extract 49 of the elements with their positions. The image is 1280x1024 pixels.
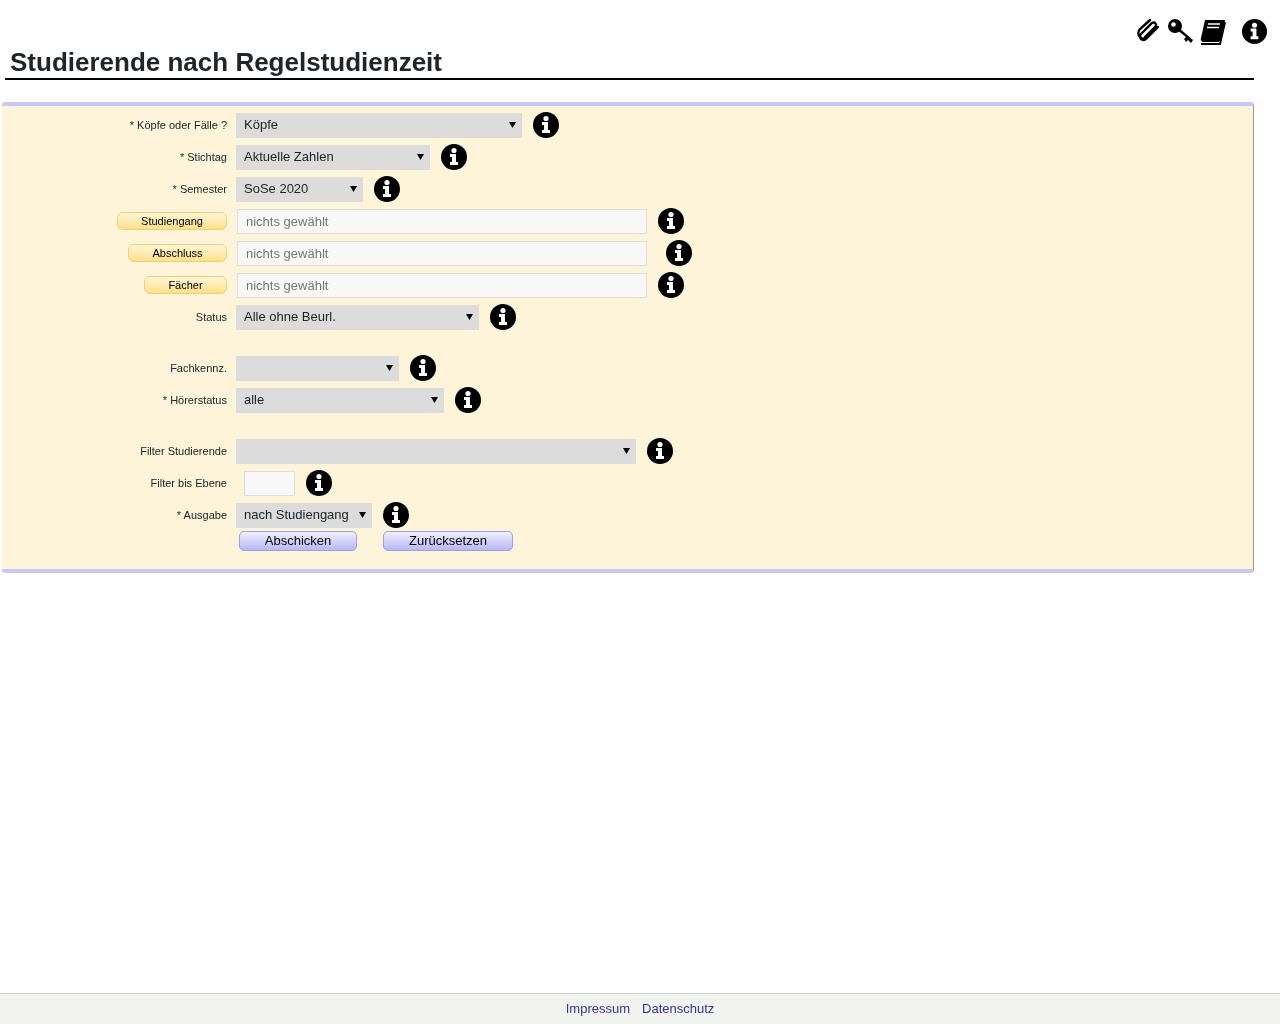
info-icon[interactable] (646, 437, 674, 465)
caret-icon (623, 448, 630, 454)
info-icon[interactable] (657, 207, 685, 235)
field-label: * Semester (172, 181, 227, 197)
info-icon[interactable] (489, 303, 517, 331)
dropdown[interactable]: Aktuelle Zahlen (236, 144, 430, 170)
field-label: Filter Studierende (140, 443, 227, 459)
info-icon[interactable] (373, 175, 401, 203)
field-label: * Köpfe oder Fälle ? (129, 117, 227, 133)
caret-icon (466, 314, 473, 320)
reset-button[interactable]: Zurücksetzen (383, 531, 513, 551)
info-icon[interactable] (1241, 18, 1268, 45)
info-icon[interactable] (409, 354, 437, 382)
dropdown[interactable]: Köpfe (236, 112, 522, 138)
selection-field[interactable]: nichts gewählt (237, 240, 647, 266)
footer-link[interactable]: Impressum (565, 999, 630, 1019)
info-icon[interactable] (665, 239, 693, 267)
dropdown[interactable]: nach Studiengang (236, 502, 372, 528)
field-label: Filter bis Ebene (150, 475, 227, 491)
selection-field[interactable]: nichts gewählt (237, 208, 647, 234)
caret-icon (386, 365, 393, 371)
caret-icon (417, 154, 424, 160)
submit-button[interactable]: Abschicken (239, 531, 357, 551)
caret-icon (359, 512, 366, 518)
dropdown[interactable]: alle (236, 387, 444, 413)
page-title: Studierende nach Regelstudienzeit (5, 46, 1254, 80)
field-label: * Hörerstatus (162, 392, 227, 408)
field-label: Fachkennz. (170, 360, 227, 376)
caret-icon (350, 186, 357, 192)
selection-field[interactable]: nichts gewählt (237, 272, 647, 298)
book-icon[interactable] (1199, 18, 1227, 46)
caret-icon (431, 397, 438, 403)
dropdown[interactable]: Alle ohne Beurl. (236, 304, 479, 330)
info-icon[interactable] (440, 143, 468, 171)
field-label: Status (195, 309, 227, 325)
info-icon[interactable] (454, 386, 482, 414)
info-icon[interactable] (382, 501, 410, 529)
info-icon[interactable] (532, 111, 560, 139)
field-label: * Stichtag (179, 149, 227, 165)
field-label: * Ausgabe (176, 507, 227, 523)
info-icon[interactable] (657, 271, 685, 299)
picker-button[interactable]: Abschluss (128, 244, 227, 262)
info-icon[interactable] (305, 469, 333, 497)
footer-link[interactable]: Datenschutz (642, 999, 715, 1019)
picker-button[interactable]: Fächer (144, 276, 227, 294)
dropdown[interactable]: SoSe 2020 (236, 176, 363, 202)
picker-button[interactable]: Studiengang (117, 212, 227, 230)
caret-icon (509, 122, 516, 128)
input-field[interactable] (244, 470, 295, 496)
